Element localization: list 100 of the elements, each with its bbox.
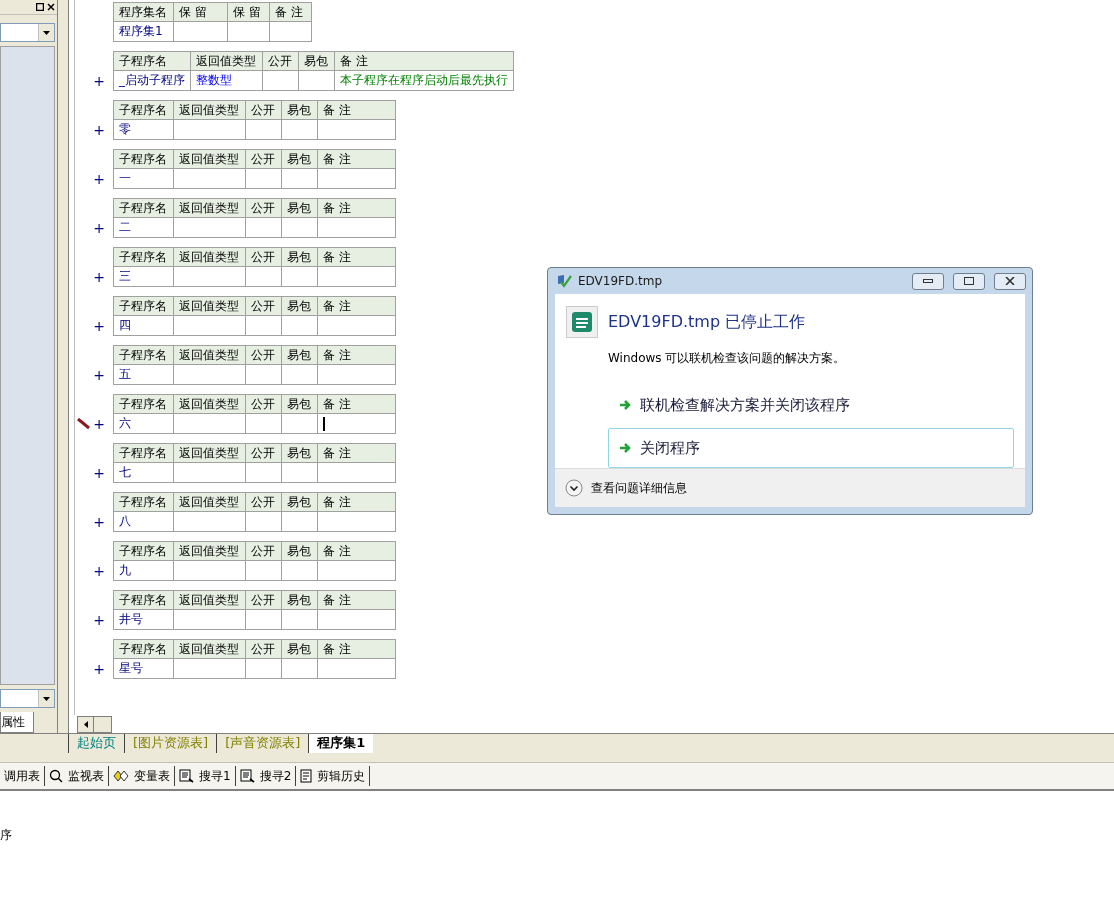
expand-toggle[interactable]: +	[93, 563, 105, 579]
column-header: 公开	[245, 394, 282, 414]
column-header: 公开	[245, 541, 282, 561]
expand-toggle[interactable]: +	[93, 220, 105, 236]
column-header: 返回值类型	[173, 394, 246, 414]
column-header: 易包	[281, 443, 318, 463]
column-header: 备 注	[317, 394, 396, 414]
column-header: 子程序名	[113, 443, 174, 463]
column-header: 返回值类型	[173, 345, 246, 365]
column-header: 备 注	[317, 345, 396, 365]
scroll-thumb[interactable]	[94, 715, 112, 733]
expand-toggle[interactable]: +	[93, 73, 105, 89]
table-cell: 井号	[113, 609, 174, 630]
column-header: 子程序名	[113, 296, 174, 316]
column-header: 易包	[281, 639, 318, 659]
panel-button[interactable]: 监视表	[45, 766, 109, 786]
column-header: 子程序名	[113, 247, 174, 267]
app-icon	[566, 306, 598, 338]
expand-toggle[interactable]: +	[93, 269, 105, 285]
expand-toggle[interactable]: +	[93, 416, 105, 432]
column-header: 备 注	[317, 100, 396, 120]
maximize-button[interactable]	[953, 272, 985, 290]
table-cell: 七	[113, 462, 174, 483]
chevron-down-icon	[565, 479, 583, 497]
expand-toggle[interactable]: +	[93, 514, 105, 530]
search-icon	[49, 769, 63, 783]
column-header: 返回值类型	[173, 590, 246, 610]
expand-toggle[interactable]: +	[93, 612, 105, 628]
panel-button[interactable]: 剪辑历史	[296, 766, 371, 786]
panel-button[interactable]: 搜寻1	[175, 766, 236, 786]
arrow-icon	[619, 442, 632, 454]
column-header: 备 注	[269, 2, 312, 22]
column-header: 保 留	[227, 2, 270, 22]
column-header: 返回值类型	[173, 149, 246, 169]
minimize-button[interactable]	[912, 272, 944, 290]
expand-toggle[interactable]: +	[93, 122, 105, 138]
diamonds-icon	[113, 770, 129, 782]
command-link[interactable]: 关闭程序	[608, 428, 1014, 468]
column-header: 保 留	[173, 2, 228, 22]
table-cell: 一	[113, 168, 174, 189]
column-header: 易包	[281, 247, 318, 267]
column-header: 易包	[281, 198, 318, 218]
expand-toggle[interactable]: +	[93, 465, 105, 481]
panel-button[interactable]: 变量表	[109, 766, 175, 786]
column-header: 程序集名	[113, 2, 174, 22]
column-header: 公开	[245, 247, 282, 267]
maximize-button[interactable]	[35, 2, 44, 12]
column-header: 返回值类型	[173, 541, 246, 561]
column-header: 子程序名	[113, 492, 174, 512]
column-header: 备 注	[317, 149, 396, 169]
panel-button[interactable]: 调用表	[0, 766, 45, 786]
document-search-icon	[179, 769, 194, 783]
close-icon	[46, 3, 55, 11]
column-header: 子程序名	[113, 590, 174, 610]
properties-tab[interactable]: 属性	[0, 712, 34, 733]
column-header: 公开	[245, 100, 282, 120]
column-header: 备 注	[317, 296, 396, 316]
close-button[interactable]	[994, 272, 1026, 290]
column-header: 易包	[281, 149, 318, 169]
column-header: 公开	[245, 198, 282, 218]
table-cell: 二	[113, 217, 174, 238]
column-header: 备 注	[317, 443, 396, 463]
column-header: 子程序名	[113, 639, 174, 659]
left-arrow-icon[interactable]	[83, 720, 88, 728]
dialog-message: Windows 可以联机检查该问题的解决方案。	[608, 350, 847, 367]
value-dropdown[interactable]	[0, 689, 55, 708]
column-header: 返回值类型	[173, 296, 246, 316]
minimize-icon	[923, 279, 933, 283]
close-button[interactable]	[46, 2, 55, 12]
column-header: 备 注	[317, 590, 396, 610]
arrow-icon	[619, 399, 632, 411]
table-cell: 六	[113, 413, 174, 434]
column-header: 易包	[281, 100, 318, 120]
object-dropdown[interactable]	[0, 23, 55, 42]
expand-toggle[interactable]: +	[93, 318, 105, 334]
caret-icon	[43, 696, 50, 701]
output-text: 序	[0, 827, 13, 844]
column-header: 易包	[298, 51, 335, 71]
app-shield-icon	[556, 274, 572, 288]
column-header: 返回值类型	[173, 247, 246, 267]
table-cell: 九	[113, 560, 174, 581]
column-header: 易包	[281, 541, 318, 561]
column-header: 公开	[245, 296, 282, 316]
column-header: 公开	[262, 51, 299, 71]
column-header: 备 注	[317, 247, 396, 267]
editor-tab[interactable]: 程序集1	[308, 734, 374, 753]
table-cell: 四	[113, 315, 174, 336]
expand-toggle[interactable]: +	[93, 171, 105, 187]
table-cell: 本子程序在程序启动后最先执行	[334, 70, 514, 91]
expand-toggle[interactable]: +	[93, 367, 105, 383]
column-header: 公开	[245, 492, 282, 512]
column-header: 返回值类型	[190, 51, 263, 71]
column-header: 公开	[245, 345, 282, 365]
panel-button[interactable]: 搜寻2	[235, 766, 297, 786]
details-toggle[interactable]: 查看问题详细信息	[565, 479, 687, 497]
column-header: 备 注	[317, 492, 396, 512]
expand-toggle[interactable]: +	[93, 661, 105, 677]
column-header: 子程序名	[113, 394, 174, 414]
dialog-heading: EDV19FD.tmp 已停止工作	[608, 311, 806, 333]
column-header: 返回值类型	[173, 443, 246, 463]
